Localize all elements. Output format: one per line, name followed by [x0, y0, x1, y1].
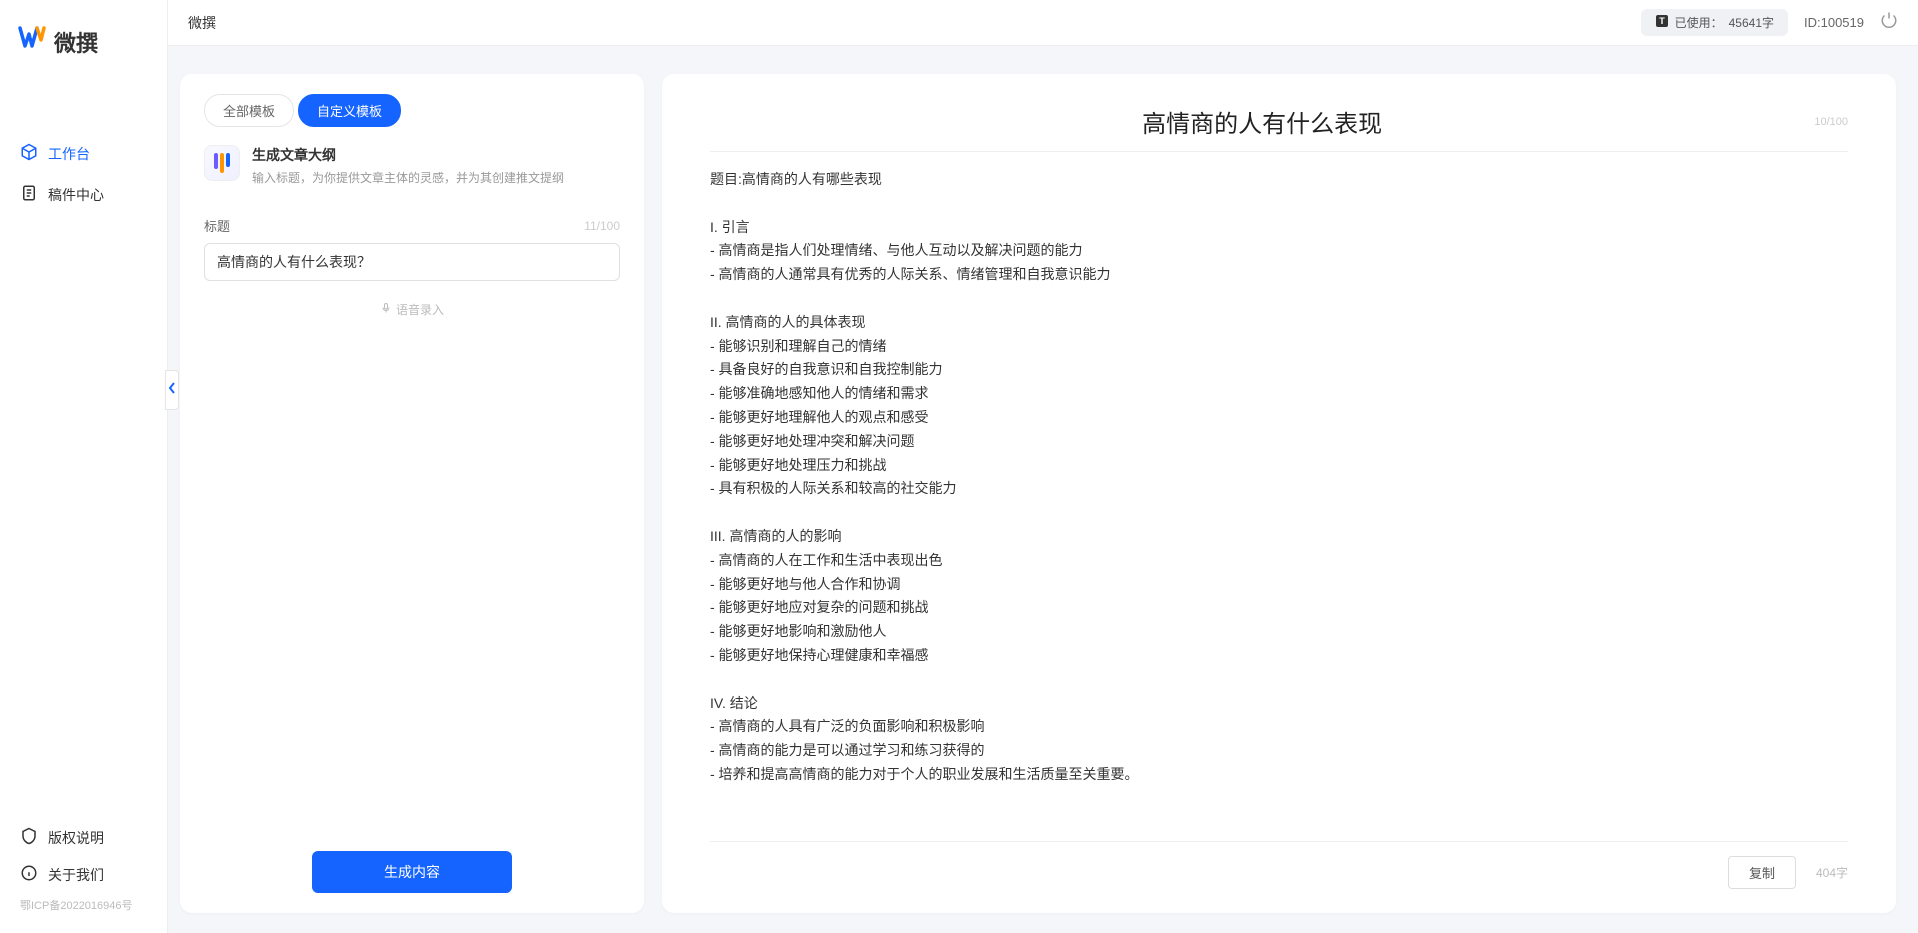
content-area: 全部模板 自定义模板 生成文章大纲 输入标题，为你提供文章主体的灵感，并为其创建… [168, 46, 1918, 933]
cube-icon [20, 143, 38, 164]
sidebar-item-draft-center[interactable]: 稿件中心 [0, 174, 167, 215]
logo-icon [18, 24, 46, 59]
copy-button[interactable]: 复制 [1728, 856, 1796, 889]
template-card: 生成文章大纲 输入标题，为你提供文章主体的灵感，并为其创建推文提纲 [204, 145, 620, 186]
title-field-label: 标题 [204, 216, 230, 235]
sidebar-item-about[interactable]: 关于我们 [0, 856, 167, 893]
sidebar: 微撰 工作台 稿件中心 版权说明 关于我们 鄂ICP [0, 0, 168, 933]
title-input[interactable] [204, 243, 620, 281]
chevron-left-icon [168, 381, 176, 399]
output-word-count: 404字 [1816, 864, 1848, 881]
sidebar-item-label: 工作台 [48, 144, 90, 164]
logout-button[interactable] [1880, 14, 1898, 32]
template-title: 生成文章大纲 [252, 145, 564, 165]
user-id: ID:100519 [1804, 15, 1864, 30]
usage-value: 45641字 [1729, 14, 1774, 31]
template-description: 输入标题，为你提供文章主体的灵感，并为其创建推文提纲 [252, 169, 564, 186]
nav-menu: 工作台 稿件中心 [0, 133, 167, 819]
power-icon [1880, 11, 1898, 34]
sidebar-item-workspace[interactable]: 工作台 [0, 133, 167, 174]
text-icon: T [1655, 14, 1669, 31]
topbar: 微撰 T 已使用： 45641字 ID:100519 [168, 0, 1918, 46]
output-body[interactable]: 题目:高情商的人有哪些表现 I. 引言 - 高情商是指人们处理情绪、与他人互动以… [710, 168, 1848, 829]
logo: 微撰 [0, 0, 167, 83]
template-tabs: 全部模板 自定义模板 [204, 94, 620, 127]
info-icon [20, 864, 38, 885]
title-char-count: 11/100 [584, 219, 620, 233]
output-header: 高情商的人有什么表现 10/100 [710, 104, 1848, 152]
voice-input-label: 语音录入 [396, 301, 444, 318]
logo-text: 微撰 [54, 26, 98, 58]
output-panel: 高情商的人有什么表现 10/100 题目:高情商的人有哪些表现 I. 引言 - … [662, 74, 1896, 913]
sidebar-collapse-toggle[interactable] [165, 370, 179, 410]
main: 微撰 T 已使用： 45641字 ID:100519 全部模板 自定义模板 [168, 0, 1918, 933]
input-panel: 全部模板 自定义模板 生成文章大纲 输入标题，为你提供文章主体的灵感，并为其创建… [180, 74, 644, 913]
output-title-count: 10/100 [1814, 116, 1848, 128]
document-icon [20, 184, 38, 205]
svg-text:T: T [1659, 16, 1665, 26]
output-title: 高情商的人有什么表现 [710, 104, 1814, 139]
sidebar-item-label: 关于我们 [48, 865, 104, 885]
usage-badge: T 已使用： 45641字 [1641, 9, 1788, 36]
sidebar-item-copyright[interactable]: 版权说明 [0, 819, 167, 856]
tab-custom-templates[interactable]: 自定义模板 [298, 94, 401, 127]
output-footer: 复制 404字 [710, 841, 1848, 889]
page-title: 微撰 [188, 13, 216, 33]
microphone-icon [380, 302, 392, 317]
icp-text: 鄂ICP备2022016946号 [0, 893, 167, 921]
sidebar-item-label: 稿件中心 [48, 185, 104, 205]
sidebar-footer: 版权说明 关于我们 鄂ICP备2022016946号 [0, 819, 167, 933]
template-icon [204, 145, 240, 181]
usage-label: 已使用： [1675, 14, 1723, 31]
voice-input-button[interactable]: 语音录入 [204, 301, 620, 318]
shield-icon [20, 827, 38, 848]
generate-button[interactable]: 生成内容 [312, 851, 512, 893]
sidebar-item-label: 版权说明 [48, 828, 104, 848]
tab-all-templates[interactable]: 全部模板 [204, 94, 294, 127]
